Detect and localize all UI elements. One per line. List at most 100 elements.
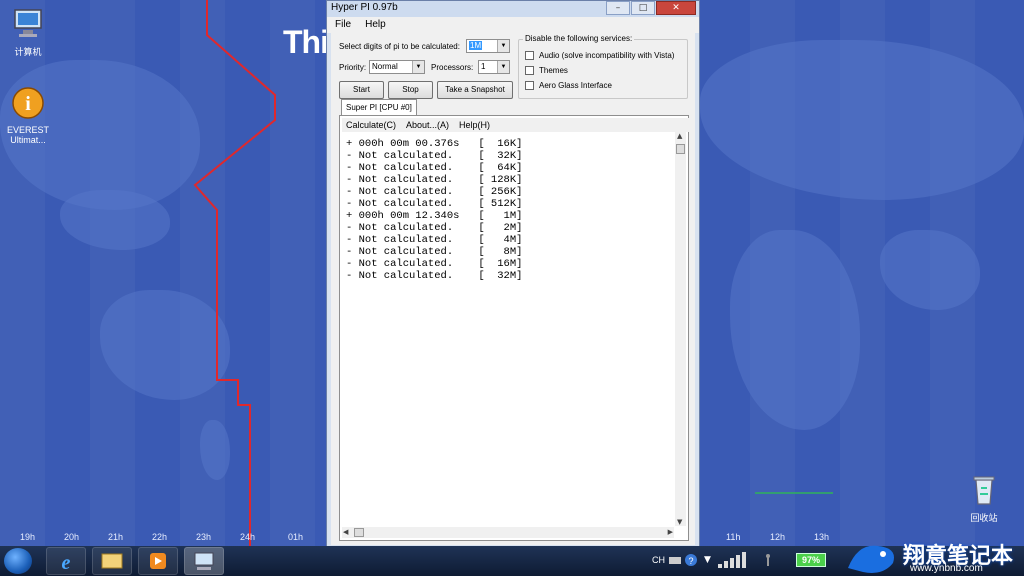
menu-help[interactable]: Help <box>365 17 386 33</box>
result-row: - Not calculated. [ 32M] <box>346 270 523 282</box>
client-area: Select digits of pi to be calculated: 1M… <box>331 33 695 545</box>
processors-select[interactable]: 1 ▼ <box>478 60 510 74</box>
scroll-thumb-horizontal[interactable] <box>354 528 364 537</box>
taskbar: e CH ? ▼ 97% 翔意笔记本 www.ynbnb.com <box>0 544 1024 576</box>
super-pi-panel: Calculate(C) About...(A) Help(H) + 000h … <box>339 115 690 541</box>
result-row: - Not calculated. [ 256K] <box>346 186 523 198</box>
svg-text:?: ? <box>688 556 693 566</box>
everest-icon: i <box>12 87 44 119</box>
hyperpi-app-icon <box>194 552 214 570</box>
chevron-down-icon: ▼ <box>412 61 424 73</box>
digits-label: Select digits of pi to be calculated: <box>339 42 460 51</box>
everest-icon-label: EVEREST Ultimat... <box>6 125 49 145</box>
start-button[interactable] <box>4 548 32 574</box>
battery-indicator[interactable]: 97% <box>796 553 826 567</box>
themes-checkbox[interactable] <box>525 66 534 75</box>
aero-checkbox[interactable] <box>525 81 534 90</box>
result-row: + 000h 00m 00.376s [ 16K] <box>346 138 523 150</box>
minimize-button[interactable]: – <box>606 1 630 15</box>
scroll-up-icon[interactable]: ▲ <box>677 132 682 140</box>
audio-label: Audio (solve incompatibility with Vista) <box>539 51 675 60</box>
hyper-pi-window: Hyper PI 0.97b – □ ✕ File Help Select di… <box>326 0 700 548</box>
watermark-logo <box>848 545 894 573</box>
scroll-right-icon[interactable]: ▶ <box>668 528 673 536</box>
hour-label: 12h <box>770 532 786 542</box>
results-list: + 000h 00m 00.376s [ 16K] - Not calculate… <box>346 138 666 282</box>
result-row: - Not calculated. [ 32K] <box>346 150 523 162</box>
svg-text:i: i <box>25 93 31 115</box>
svg-text:e: e <box>62 552 71 574</box>
date-line <box>193 0 276 546</box>
menu-calculate[interactable]: Calculate(C) <box>346 118 396 132</box>
menu-bar: File Help <box>327 17 699 33</box>
hour-label: 20h <box>64 532 80 542</box>
audio-checkbox[interactable] <box>525 51 534 60</box>
hour-label: 19h <box>20 532 36 542</box>
help-icon[interactable]: ? <box>684 553 698 567</box>
scroll-thumb[interactable] <box>676 144 685 154</box>
menu-inner-help[interactable]: Help(H) <box>459 118 490 132</box>
stop-button[interactable]: Stop <box>388 81 433 99</box>
window-title: Hyper PI 0.97b <box>331 2 398 13</box>
maximize-button[interactable]: □ <box>631 1 655 15</box>
priority-label: Priority: <box>339 63 367 72</box>
close-button[interactable]: ✕ <box>656 1 696 15</box>
scroll-down-icon[interactable]: ▼ <box>677 518 682 526</box>
watermark-url: www.ynbnb.com <box>910 563 983 574</box>
digits-value: 1M <box>469 41 483 50</box>
thinkpad-logo: Thi <box>283 24 329 60</box>
computer-desktop-icon[interactable]: 计算机 <box>0 6 58 58</box>
themes-label: Themes <box>539 66 568 75</box>
taskbar-media-button[interactable] <box>138 547 178 575</box>
tab-super-pi-cpu0[interactable]: Super PI [CPU #0] <box>341 99 417 115</box>
hour-label: 21h <box>108 532 124 542</box>
keyboard-icon[interactable] <box>668 554 682 566</box>
horizontal-scrollbar[interactable]: ◀ ▶ <box>342 527 674 538</box>
media-player-icon <box>150 553 166 569</box>
chevron-down-icon: ▼ <box>497 61 509 73</box>
start-button[interactable]: Start <box>339 81 384 99</box>
result-row: - Not calculated. [ 4M] <box>346 234 523 246</box>
result-row: - Not calculated. [ 128K] <box>346 174 523 186</box>
priority-select[interactable]: Normal ▼ <box>369 60 425 74</box>
taskbar-hyperpi-button[interactable] <box>184 547 224 575</box>
result-row: - Not calculated. [ 512K] <box>346 198 523 210</box>
services-title: Disable the following services: <box>523 34 635 43</box>
chevron-down-icon: ▼ <box>497 40 509 52</box>
take-snapshot-button[interactable]: Take a Snapshot <box>437 81 513 99</box>
taskbar-ie-button[interactable]: e <box>46 547 86 575</box>
menu-about[interactable]: About...(A) <box>406 118 449 132</box>
everest-desktop-icon[interactable]: i EVEREST Ultimat... <box>0 86 58 145</box>
processors-label: Processors: <box>431 63 474 72</box>
hour-label: 01h <box>288 532 304 542</box>
language-indicator[interactable]: CH <box>652 555 665 565</box>
menu-file[interactable]: File <box>335 17 351 33</box>
inner-menu-bar: Calculate(C) About...(A) Help(H) <box>342 118 690 132</box>
result-row: + 000h 00m 12.340s [ 1M] <box>346 210 523 222</box>
aero-label: Aero Glass Interface <box>539 81 612 90</box>
result-row: - Not calculated. [ 64K] <box>346 162 523 174</box>
green-line <box>755 492 833 494</box>
hour-label: 11h <box>726 532 741 542</box>
recycle-bin-desktop-icon[interactable]: 回收站 <box>954 472 1014 524</box>
signal-strength-icon[interactable] <box>716 550 752 570</box>
recycle-bin-label: 回收站 <box>970 513 998 523</box>
title-bar[interactable]: Hyper PI 0.97b – □ ✕ <box>327 1 699 17</box>
hour-label: 13h <box>814 532 830 542</box>
result-row: - Not calculated. [ 16M] <box>346 258 523 270</box>
result-row: - Not calculated. [ 2M] <box>346 222 523 234</box>
processors-value: 1 <box>481 62 486 71</box>
scroll-left-icon[interactable]: ◀ <box>343 528 348 536</box>
ie-icon: e <box>62 552 71 574</box>
folder-icon <box>101 553 123 569</box>
hour-label: 24h <box>240 532 256 542</box>
wireless-icon[interactable] <box>760 552 776 568</box>
services-groupbox: Disable the following services: Audio (s… <box>518 34 688 99</box>
computer-icon-label: 计算机 <box>14 47 42 57</box>
hour-label: 23h <box>196 532 212 542</box>
vertical-scrollbar[interactable]: ▲ ▼ <box>675 132 686 526</box>
taskbar-explorer-button[interactable] <box>92 547 132 575</box>
tray-expand-icon[interactable]: ▼ <box>704 555 711 565</box>
digits-select[interactable]: 1M ▼ <box>466 39 510 53</box>
hour-label: 22h <box>152 532 168 542</box>
